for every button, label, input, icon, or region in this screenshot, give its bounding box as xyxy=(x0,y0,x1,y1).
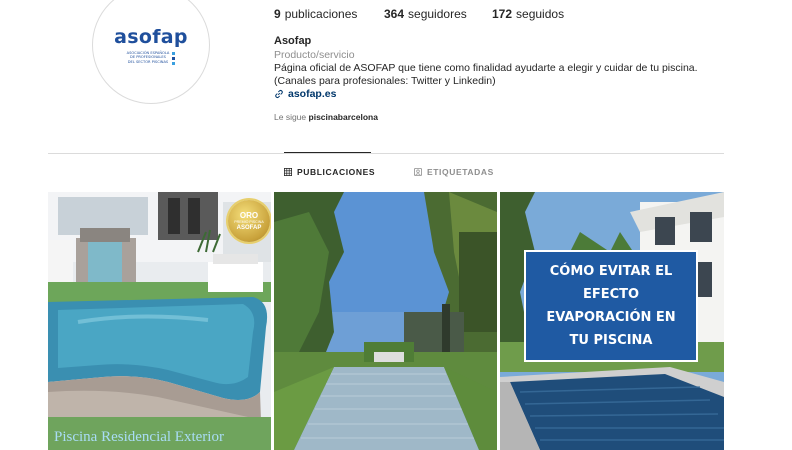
post-thumbnail[interactable] xyxy=(274,192,497,450)
asofap-logo: asofap ASOCIACIÓN ESPAÑOLA DE PROFESIONA… xyxy=(95,0,207,101)
bio-text: Página oficial de ASOFAP que tiene como … xyxy=(274,62,698,74)
tabs-divider xyxy=(48,153,724,154)
promo-overlay: CÓMO EVITAR EL EFECTO EVAPORACIÓN EN TU … xyxy=(524,250,698,362)
following-link[interactable]: 172 seguidos xyxy=(492,7,564,21)
followers-link[interactable]: 364 seguidores xyxy=(384,7,492,21)
profile-category: Producto/servicio xyxy=(274,49,355,61)
grid-icon xyxy=(284,168,292,176)
follower-username[interactable]: piscinabarcelona xyxy=(309,112,378,122)
tagged-icon xyxy=(414,168,422,176)
profile-name: Asofap xyxy=(274,35,312,47)
tab-etiquetadas[interactable]: ETIQUETADAS xyxy=(414,167,494,177)
logo-subtitle: ASOCIACIÓN ESPAÑOLA DE PROFESIONALES DEL… xyxy=(126,50,170,64)
award-badge: ORO PREMIO PISCINA ASOFAP xyxy=(228,200,270,242)
active-tab-indicator xyxy=(284,152,371,153)
post-thumbnail[interactable]: CÓMO EVITAR EL EFECTO EVAPORACIÓN EN TU … xyxy=(500,192,724,450)
post-thumbnail[interactable]: ORO PREMIO PISCINA ASOFAP Piscina Reside… xyxy=(48,192,271,450)
link-icon xyxy=(275,90,283,98)
logo-squares-icon xyxy=(172,51,176,65)
bio-text: (Canales para profesionales: Twitter y L… xyxy=(274,75,496,87)
post-caption: Piscina Residencial Exterior xyxy=(54,429,224,445)
tab-publicaciones[interactable]: PUBLICACIONES xyxy=(284,167,375,177)
garden-pool-photo xyxy=(274,192,497,450)
profile-stats: 9 publicaciones 364 seguidores 172 seguidos xyxy=(274,7,564,21)
website-link[interactable]: asofap.es xyxy=(274,88,336,100)
posts-count: 9 publicaciones xyxy=(274,7,358,21)
followed-by: Le sigue piscinabarcelona xyxy=(274,112,378,122)
profile-avatar[interactable]: asofap ASOCIACIÓN ESPAÑOLA DE PROFESIONA… xyxy=(92,0,210,104)
logo-wordmark: asofap xyxy=(114,25,188,48)
